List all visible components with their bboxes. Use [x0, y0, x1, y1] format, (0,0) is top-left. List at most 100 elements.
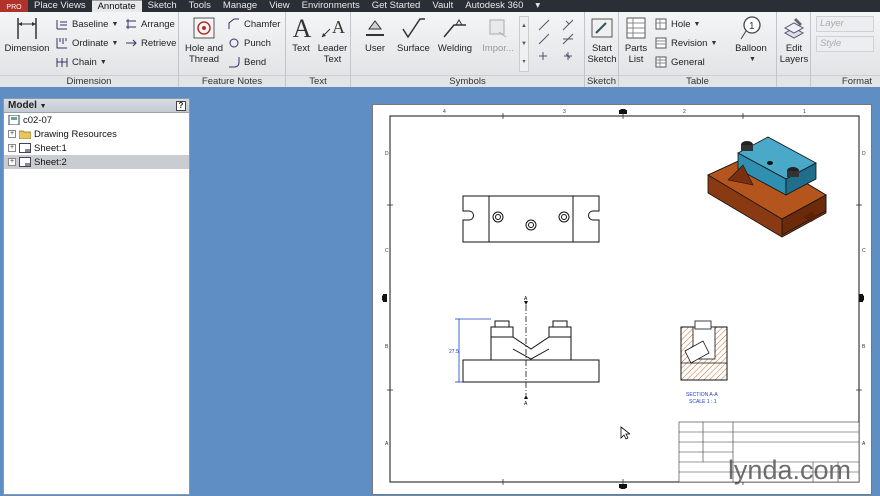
centered-pattern-icon[interactable] [562, 19, 574, 31]
tab-autodesk-360[interactable]: Autodesk 360 [459, 0, 529, 12]
section-title: SECTION A-A [686, 392, 718, 398]
balloon-label: Balloon [735, 43, 767, 54]
hole-table-button[interactable]: Hole ▼ [655, 18, 700, 30]
top-view[interactable] [462, 195, 600, 243]
expand-icon[interactable]: + [8, 130, 16, 138]
leader-text-button[interactable]: A Leader Text [316, 15, 349, 65]
arrange-label: Arrange [141, 18, 175, 30]
tab-vault[interactable]: Vault [426, 0, 459, 12]
front-view[interactable] [462, 320, 600, 383]
retrieve-icon [125, 37, 137, 49]
balloon-button[interactable]: 1 Balloon ▼ [729, 15, 773, 65]
model-browser: Model ▼ ? c02-07 + Drawing Resources + S… [3, 98, 190, 495]
expand-icon[interactable]: + [8, 158, 16, 166]
user-symbol-icon [362, 15, 388, 41]
tree-item-document[interactable]: c02-07 [4, 113, 189, 127]
menu-bar: PRO Place Views Annotate Sketch Tools Ma… [0, 0, 880, 12]
mouse-cursor-icon [620, 426, 630, 440]
retrieve-button[interactable]: Retrieve [125, 37, 176, 49]
drawing-document-icon [8, 115, 20, 125]
user-symbol-button[interactable]: User [359, 15, 391, 54]
edit-layers-button[interactable]: Edit Layers [779, 15, 809, 65]
center-pattern-icon[interactable] [564, 52, 572, 60]
hole-and-thread-button[interactable]: Hole and Thread [182, 15, 226, 65]
tree-item-sheet-1[interactable]: + Sheet:1 [4, 141, 189, 155]
tab-sketch[interactable]: Sketch [142, 0, 183, 12]
hole-table-label: Hole [671, 18, 691, 30]
dimension-value: 27.5 [449, 349, 459, 355]
arrange-button[interactable]: Arrange [125, 18, 175, 30]
browser-title[interactable]: Model ▼ [8, 100, 47, 111]
border-row-label: A [385, 441, 389, 447]
style-field[interactable]: Style [816, 36, 874, 52]
tree-item-label: c02-07 [23, 114, 53, 126]
dropdown-arrow-icon: ▼ [693, 20, 701, 28]
bend-button[interactable]: Bend [228, 56, 266, 68]
punch-button[interactable]: Punch [228, 37, 271, 49]
symbols-gallery-scroll[interactable]: ▲ ▼ ▾ [519, 16, 529, 72]
centerline-auto-icon[interactable] [562, 33, 574, 45]
bend-icon [228, 56, 240, 68]
border-row-label: A [862, 441, 866, 447]
general-table-button[interactable]: General [655, 56, 705, 68]
tab-manage[interactable]: Manage [217, 0, 263, 12]
text-label: Text [292, 43, 310, 54]
hole-thread-label-1: Hole and [184, 43, 224, 54]
dimension-label: Dimension [4, 43, 50, 54]
ordinate-label: Ordinate [72, 37, 109, 49]
dropdown-arrow-icon: ▼ [111, 39, 119, 47]
centerline-icon[interactable] [538, 19, 550, 31]
cut-label-bottom: A [524, 401, 528, 407]
folder-icon [19, 130, 31, 139]
section-view[interactable]: SECTION A-A SCALE 1 : 1 [680, 320, 728, 405]
tab-environments[interactable]: Environments [296, 0, 366, 12]
ordinate-icon [56, 37, 68, 49]
tab-view[interactable]: View [263, 0, 295, 12]
baseline-button[interactable]: Baseline ▼ [56, 18, 118, 30]
bend-label: Bend [244, 56, 267, 68]
isometric-view[interactable] [707, 136, 827, 238]
layers-panel-footer [777, 75, 810, 87]
ordinate-button[interactable]: Ordinate ▼ [56, 37, 118, 49]
help-icon[interactable]: ? [176, 100, 186, 111]
chain-button[interactable]: Chain ▼ [56, 56, 107, 68]
format-panel: Layer Style Format [811, 12, 880, 87]
graphics-window[interactable]: D C B A D C B A 4 3 2 1 A A 27.5 SECTION… [192, 88, 880, 495]
balloon-icon: 1 [738, 15, 764, 41]
expand-icon[interactable]: + [8, 144, 16, 152]
feature-notes-panel-title: Feature Notes [179, 75, 285, 87]
text-button[interactable]: A Text [289, 15, 313, 54]
layers-panel: Edit Layers [777, 12, 811, 87]
chamfer-button[interactable]: Chamfer [228, 18, 280, 30]
tree-item-drawing-resources[interactable]: + Drawing Resources [4, 127, 189, 141]
tab-get-started[interactable]: Get Started [366, 0, 427, 12]
section-cut-line[interactable]: A A [524, 296, 528, 407]
layer-field[interactable]: Layer [816, 16, 874, 32]
tab-place-views[interactable]: Place Views [28, 0, 92, 12]
ribbon: Dimension Baseline ▼ Ordinate ▼ Chain ▼ Arr… [0, 12, 880, 87]
centerline-bisector-icon[interactable] [538, 33, 550, 45]
app-badge[interactable]: PRO [0, 0, 28, 12]
import-symbol-button[interactable]: Impor... [479, 15, 517, 54]
parts-list-button[interactable]: Parts List [621, 15, 651, 65]
punch-label: Punch [244, 37, 271, 49]
welding-button[interactable]: Welding [437, 15, 473, 54]
dropdown-arrow-icon: ▼ [710, 39, 718, 47]
text-a-icon: A [292, 13, 312, 43]
tab-annotate[interactable]: Annotate [91, 0, 142, 12]
dimension-button[interactable]: Dimension [4, 15, 50, 54]
revision-table-label: Revision [671, 37, 708, 49]
revision-table-button[interactable]: Revision ▼ [655, 37, 717, 49]
height-dimension[interactable]: 27.5 [449, 318, 491, 383]
general-table-icon [655, 56, 667, 68]
leader-text-label-2: Text [323, 54, 342, 65]
surface-button[interactable]: Surface [397, 15, 430, 54]
hole-thread-label-2: Thread [188, 54, 220, 65]
ribbon-options-button[interactable]: ▾ [529, 0, 546, 12]
dropdown-arrow-icon: ▼ [111, 20, 119, 28]
tree-item-sheet-2[interactable]: + Sheet:2 [4, 155, 189, 169]
tab-tools[interactable]: Tools [183, 0, 217, 12]
center-mark-icon[interactable] [539, 52, 547, 60]
start-sketch-label-2: Sketch [587, 54, 617, 65]
start-sketch-button[interactable]: Start Sketch [587, 15, 617, 65]
